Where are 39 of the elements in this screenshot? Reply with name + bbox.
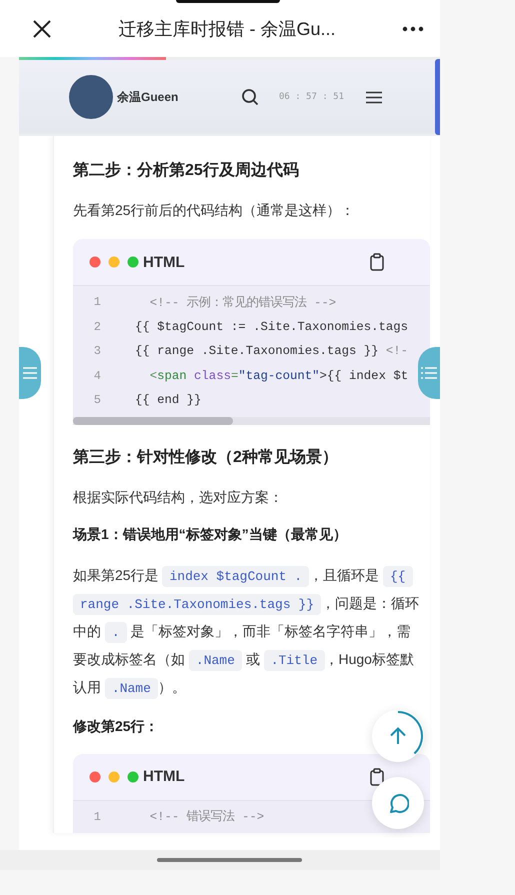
code-line: <!-- 错误写法 --> <box>148 808 264 826</box>
paragraph: 根据实际代码结构，选对应方案： <box>73 488 284 506</box>
list-icon <box>23 367 37 379</box>
line-number: 3 <box>92 344 101 358</box>
section-heading: 第三步：针对性修改（2种常见场景） <box>73 448 339 468</box>
subheading: 修改第25行： <box>73 718 160 736</box>
chat-bubble-icon <box>387 792 409 814</box>
code-line: <span class="tag-count">{{ index $t <box>148 368 408 383</box>
page-title: 迁移主库时报错 - 余温Gu... <box>117 18 336 40</box>
close-icon[interactable] <box>32 18 52 38</box>
line-number: 1 <box>92 810 101 824</box>
line-number: 1 <box>92 295 101 310</box>
line-number: 5 <box>92 393 101 408</box>
more-icon[interactable] <box>402 26 424 32</box>
search-icon[interactable] <box>240 88 259 106</box>
clipboard-icon[interactable] <box>370 768 384 786</box>
code-language: HTML <box>143 254 186 270</box>
code-line: <!-- 示例：常见的错误写法 --> <box>148 294 336 311</box>
paragraph: 先看第25行前后的代码结构（通常是这样）： <box>73 201 356 220</box>
section-heading: 第二步：分析第25行及周边代码 <box>73 160 300 181</box>
site-name[interactable]: 余温Gueen <box>117 88 241 106</box>
code-line: {{ range .Site.Taxonomies.tags }} <!- <box>135 344 408 358</box>
window-dots-icon <box>89 770 139 782</box>
code-line: {{ $tagCount := .Site.Taxonomies.tags <box>135 320 408 334</box>
scrollbar-thumb[interactable] <box>73 416 233 424</box>
menu-icon[interactable] <box>366 90 382 104</box>
avatar <box>69 75 113 119</box>
line-number: 4 <box>92 368 101 383</box>
code-language: HTML <box>143 768 186 785</box>
line-number: 2 <box>92 320 101 334</box>
progress-ring <box>398 711 423 754</box>
clipboard-icon[interactable] <box>370 253 384 271</box>
paragraph: 如果第25行是 index $tagCount . ，且循环是 {{ range .Site.Taxonomies.tags }} ，问题是：循环中的 . 是「标签对象」，而非「标签名字符串」，需要改成标签名（如 .Name 或 .Title ，Hugo标签默认用 .Name ）。 <box>73 562 430 702</box>
arrow-up-icon <box>390 727 406 745</box>
clock-time: 06 : 57 : 51 <box>278 92 344 102</box>
window-dots-icon <box>89 256 139 268</box>
list-icon <box>421 367 437 379</box>
subheading: 场景1：错误地用“标签对象”当键（最常见） <box>73 526 348 544</box>
code-line: {{ end }} <box>135 393 202 408</box>
